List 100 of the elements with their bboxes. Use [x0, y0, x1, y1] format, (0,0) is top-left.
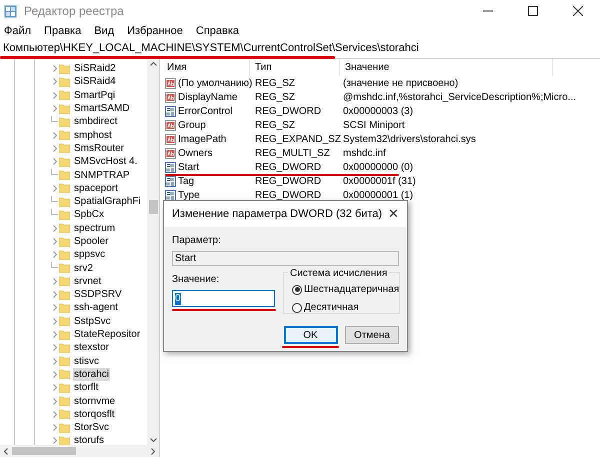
expand-chevron-icon[interactable]	[52, 344, 56, 352]
folder-icon	[59, 130, 70, 140]
radio-button[interactable]	[292, 302, 302, 312]
menu-item[interactable]: Справка	[196, 22, 240, 40]
tree-item[interactable]: SmartSAMD	[73, 102, 131, 116]
value-input[interactable]: 0	[172, 290, 275, 307]
tree-item[interactable]: SmartPqi	[73, 88, 116, 102]
tree-item[interactable]: storqosflt	[73, 408, 116, 421]
value-name[interactable]: Start	[178, 160, 200, 174]
folder-icon	[59, 250, 70, 260]
expand-chevron-icon[interactable]	[52, 65, 56, 72]
tree-item[interactable]: srv2	[73, 262, 94, 275]
tree-item[interactable]: storufs	[73, 434, 106, 445]
expand-chevron-icon[interactable]	[52, 184, 56, 192]
expand-chevron-icon[interactable]	[52, 291, 56, 298]
binary-value-icon	[165, 106, 176, 116]
horizontal-scrollbar[interactable]	[0, 445, 159, 457]
dialog-button[interactable]: Отмена	[345, 326, 399, 344]
tree-item[interactable]: Spooler	[73, 235, 110, 248]
expand-chevron-icon[interactable]	[52, 278, 56, 285]
column-header[interactable]: Имя	[162, 59, 250, 76]
scroll-up-icon[interactable]	[150, 62, 156, 66]
value-name[interactable]: Owners	[178, 146, 212, 160]
tree-item[interactable]: sppsvc	[73, 248, 106, 262]
expand-chevron-icon[interactable]	[52, 304, 56, 312]
expand-chevron-icon[interactable]	[52, 437, 56, 444]
value-name[interactable]: Type	[178, 188, 200, 202]
folder-icon	[59, 116, 70, 127]
menu-item[interactable]: Вид	[94, 22, 114, 40]
maximize-icon	[528, 6, 538, 16]
value-name[interactable]: Group	[178, 118, 206, 132]
tree-item[interactable]: SSDPSRV	[73, 288, 123, 302]
value-name[interactable]: ImagePath	[178, 132, 226, 146]
value-data: mshdc.inf	[342, 146, 386, 160]
scroll-down-icon[interactable]	[150, 438, 156, 442]
expand-chevron-icon[interactable]	[52, 410, 56, 418]
tree-item[interactable]: SpbCx	[73, 208, 106, 222]
tree-item[interactable]: smbdirect	[73, 115, 118, 128]
tree-item[interactable]: SiSRaid4	[73, 75, 117, 88]
menu-item[interactable]: Файл	[4, 22, 32, 40]
radio-label[interactable]: Шестнадцатеричная	[304, 282, 400, 297]
dialog-button[interactable]: OK	[284, 326, 338, 344]
tree-item[interactable]: storahci	[73, 368, 110, 381]
tree-item[interactable]: SpatialGraphFi	[73, 195, 142, 208]
tree-item[interactable]: stexstor	[73, 341, 110, 354]
tree-item[interactable]: storflt	[73, 381, 100, 394]
tree-item[interactable]: stornvme	[73, 394, 116, 408]
scroll-left-icon[interactable]	[4, 448, 8, 454]
tree-item[interactable]: SiSRaid2	[73, 62, 117, 76]
radio-button[interactable]	[292, 284, 302, 294]
tree-item[interactable]: SmsRouter	[73, 142, 126, 155]
scroll-right-icon[interactable]	[151, 448, 155, 454]
menu-item[interactable]: Избранное	[127, 22, 183, 40]
expand-chevron-icon[interactable]	[52, 158, 56, 166]
expand-chevron-icon[interactable]	[52, 132, 56, 139]
tree-item[interactable]: spaceport	[73, 182, 119, 195]
folder-icon	[59, 422, 70, 433]
tree-item[interactable]: StateRepositor	[73, 328, 142, 342]
tree-item[interactable]: srvnet	[73, 274, 102, 288]
expand-chevron-icon[interactable]	[52, 105, 56, 112]
expand-chevron-icon[interactable]	[52, 238, 56, 245]
tree-item[interactable]: stisvc	[73, 354, 100, 368]
expand-chevron-icon[interactable]	[52, 331, 56, 338]
folder-icon	[59, 342, 70, 353]
value-name[interactable]: (По умолчанию)	[178, 76, 252, 90]
annotation-underline	[282, 346, 339, 348]
value-name[interactable]: DisplayName	[178, 90, 238, 104]
scrollbar-thumb[interactable]	[148, 200, 158, 214]
string-value-icon	[165, 148, 176, 158]
expand-chevron-icon[interactable]	[52, 251, 56, 258]
expand-chevron-icon[interactable]	[52, 318, 56, 325]
menu-item[interactable]: Правка	[44, 22, 82, 40]
column-header[interactable]: Тип	[250, 59, 340, 76]
tree-item[interactable]: SNMPTRAP	[73, 168, 131, 182]
tree-item[interactable]: SstpSvc	[73, 314, 112, 328]
value-name[interactable]: Tag	[178, 174, 194, 188]
expand-chevron-icon[interactable]	[52, 424, 56, 432]
string-value-icon	[165, 134, 176, 144]
radio-label[interactable]: Десятичная	[304, 300, 359, 315]
expand-chevron-icon[interactable]	[52, 78, 56, 86]
tree-item[interactable]: SMSvcHost 4.	[73, 155, 138, 168]
tree-item[interactable]: ssh-agent	[73, 301, 119, 314]
vertical-scrollbar[interactable]	[147, 59, 159, 445]
expand-chevron-icon[interactable]	[52, 224, 56, 232]
expand-chevron-icon[interactable]	[52, 92, 56, 99]
value-name[interactable]: ErrorControl	[178, 104, 232, 118]
dialog-close-button[interactable]: ✕	[388, 204, 399, 224]
expand-chevron-icon[interactable]	[52, 358, 56, 365]
expand-chevron-icon[interactable]	[52, 398, 56, 405]
expand-chevron-icon[interactable]	[52, 144, 56, 152]
expand-chevron-icon[interactable]	[52, 384, 56, 392]
tree-item[interactable]: smphost	[73, 128, 113, 142]
address-path[interactable]: Компьютер\HKEY_LOCAL_MACHINE\SYSTEM\CurrentControlSet\Services\storahci	[3, 40, 419, 58]
tree-item[interactable]: spectrum	[73, 222, 116, 235]
folder-icon	[59, 316, 70, 326]
tree-item[interactable]: StorSvc	[73, 421, 110, 434]
scrollbar-thumb[interactable]	[12, 447, 76, 455]
value-type: REG_DWORD	[254, 160, 322, 174]
expand-chevron-icon[interactable]	[52, 370, 56, 378]
column-header[interactable]: Значение	[340, 59, 553, 76]
